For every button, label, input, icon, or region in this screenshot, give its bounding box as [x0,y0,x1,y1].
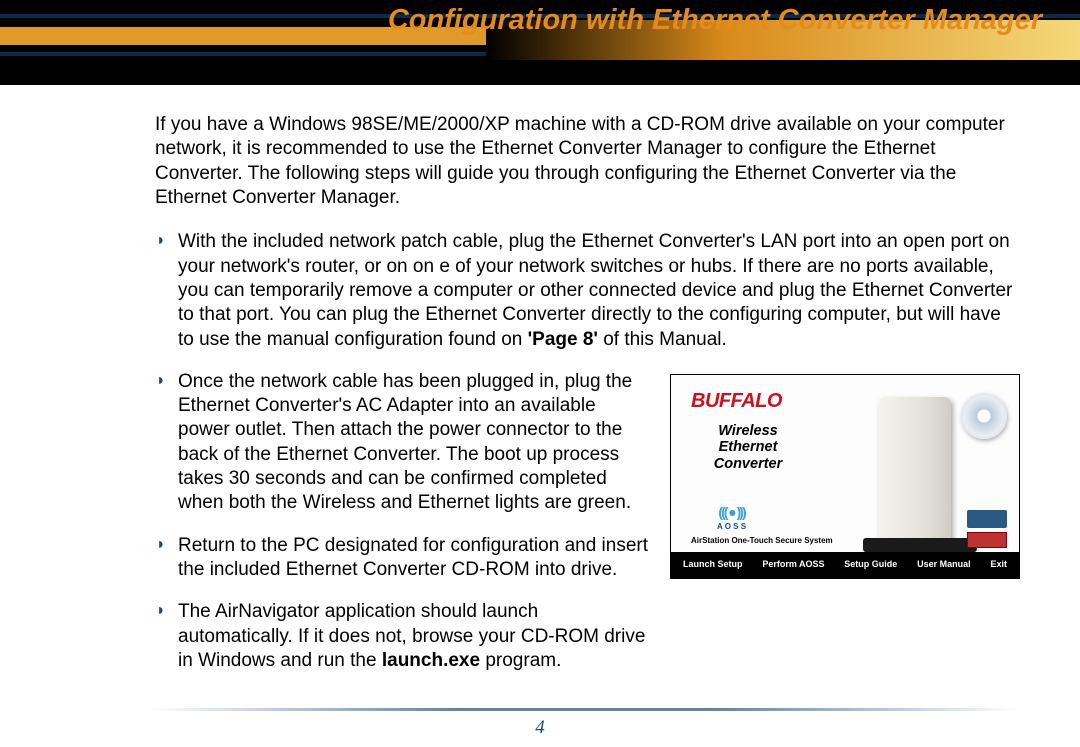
wave-icon: ((( ● ))) [717,504,746,522]
cd-title-l1: Wireless [718,423,778,439]
badge-icon-1 [967,510,1007,528]
buffalo-logo: BUFFALO [691,389,782,415]
aoss-icon: ((( ● ))) A O S S [717,504,746,532]
step-item-1: With the included network patch cable, p… [160,230,1020,352]
footer-rule [150,708,1020,711]
intro-paragraph: If you have a Windows 98SE/ME/2000/XP ma… [155,113,1020,210]
step-text-post: program. [480,650,561,671]
page-ref: 'Page 8' [528,329,598,350]
step-text: Once the network cable has been plugged … [178,371,632,514]
step-item-2: BUFFALO Wireless Ethernet Converter ((( … [160,370,1020,516]
exe-name: launch.exe [382,650,480,671]
device-illustration [879,397,951,545]
cd-disc-icon [961,393,1007,439]
step-text: Return to the PC designated for configur… [178,535,648,580]
page-title: Configuration with Ethernet Converter Ma… [388,4,1042,37]
step-list: With the included network patch cable, p… [160,230,1020,673]
cd-title-l3: Converter [714,456,783,472]
header-band: Configuration with Ethernet Converter Ma… [0,0,1080,85]
step-item-4: The AirNavigator application should laun… [160,600,1020,673]
step-text-post: of this Manual. [598,329,727,350]
cd-title-l2: Ethernet [719,439,778,455]
step-item-3: Return to the PC designated for configur… [160,534,1020,583]
cd-title: Wireless Ethernet Converter [693,423,803,473]
content-area: If you have a Windows 98SE/ME/2000/XP ma… [0,85,1080,701]
page-number: 4 [0,717,1080,739]
aoss-label: A O S S [717,522,746,531]
